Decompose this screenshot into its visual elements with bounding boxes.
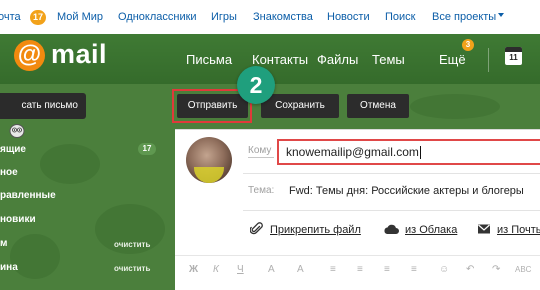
owl-icon [9, 124, 25, 138]
topbar-link-dating[interactable]: Знакомства [253, 11, 313, 24]
subject-label: Тема: [248, 185, 275, 196]
header-divider [488, 48, 489, 72]
sidebar-item-trash[interactable]: ина [0, 262, 18, 274]
recipient-input[interactable]: knowemailip@gmail.com [277, 139, 540, 165]
more-badge: 3 [462, 39, 474, 51]
save-button[interactable]: Сохранить [261, 94, 339, 118]
chevron-down-icon[interactable] [498, 13, 504, 17]
nav-topics[interactable]: Темы [372, 52, 405, 68]
background-color-button[interactable]: A [297, 264, 304, 276]
mail-logo-at-icon[interactable]: @ [14, 40, 45, 71]
indent-button[interactable]: ≡ [384, 264, 390, 276]
sidebar-item-drafts[interactable]: новики [0, 214, 36, 226]
sidebar-item-important[interactable]: ное [0, 167, 18, 179]
subject-input[interactable]: Fwd: Темы дня: Российские актеры и блоге… [289, 184, 524, 198]
spellcheck-button[interactable]: ABC [515, 264, 531, 276]
cancel-button[interactable]: Отмена [347, 94, 409, 118]
field-divider [243, 210, 540, 211]
paperclip-icon [250, 222, 263, 235]
text-cursor [419, 146, 421, 160]
inbox-count-badge: 17 [138, 143, 156, 155]
calendar-icon-top [505, 47, 522, 52]
topbar-link-moi-mir[interactable]: Мой Мир [57, 11, 103, 24]
calendar-icon[interactable]: 11 [505, 47, 522, 65]
mail-count-badge: 17 [30, 10, 46, 25]
sidebar-item-spam[interactable]: м [0, 238, 7, 250]
outdent-button[interactable]: ≡ [411, 264, 417, 276]
attach-file-link[interactable]: Прикрепить файл [270, 224, 361, 237]
background-leaf [40, 144, 100, 184]
underline-button[interactable]: Ч [237, 264, 244, 276]
topbar-link-odnoklassniki[interactable]: Одноклассники [118, 11, 197, 24]
topbar-link-search[interactable]: Поиск [385, 11, 415, 24]
step-number-marker: 2 [237, 66, 275, 104]
sidebar-item-sent[interactable]: равленные [0, 190, 56, 202]
mail-compose-window: очта 17 Мой Мир Одноклассники Игры Знако… [0, 0, 540, 290]
to-label-underline [248, 157, 274, 158]
envelope-icon [478, 224, 490, 234]
bold-button[interactable]: Ж [189, 264, 198, 276]
topbar-link-mail[interactable]: очта [0, 11, 21, 24]
emoji-icon[interactable]: ☺ [439, 264, 449, 276]
sidebar-clear-spam[interactable]: очистить [114, 240, 150, 250]
nav-files[interactable]: Файлы [317, 52, 358, 68]
to-label[interactable]: Кому [248, 145, 271, 157]
list-button[interactable]: ≡ [357, 264, 363, 276]
italic-button[interactable]: К [213, 264, 219, 276]
align-button[interactable]: ≡ [330, 264, 336, 276]
sidebar-item-inbox[interactable]: ящие [0, 144, 26, 156]
redo-icon[interactable]: ↷ [492, 264, 500, 276]
undo-icon[interactable]: ↶ [466, 264, 474, 276]
cloud-icon [384, 224, 399, 234]
nav-letters[interactable]: Письма [186, 52, 232, 68]
field-divider [243, 173, 540, 174]
topbar-link-news[interactable]: Новости [327, 11, 370, 24]
background-leaf [410, 94, 500, 119]
from-cloud-link[interactable]: из Облака [405, 224, 457, 237]
avatar[interactable] [186, 137, 232, 183]
topbar-link-all-projects[interactable]: Все проекты [432, 11, 496, 24]
recipient-value: knowemailip@gmail.com [286, 145, 419, 159]
nav-more[interactable]: Ещё [439, 52, 466, 68]
from-mail-link[interactable]: из Почты [497, 224, 540, 237]
portal-topbar: очта 17 Мой Мир Одноклассники Игры Знако… [0, 0, 540, 35]
topbar-link-games[interactable]: Игры [211, 11, 237, 24]
sidebar-clear-trash[interactable]: очистить [114, 264, 150, 274]
mail-logo-text[interactable]: mail [51, 39, 107, 69]
compose-letter-button[interactable]: сать письмо [0, 93, 86, 119]
calendar-day: 11 [509, 53, 518, 62]
text-color-button[interactable]: A [268, 264, 275, 276]
